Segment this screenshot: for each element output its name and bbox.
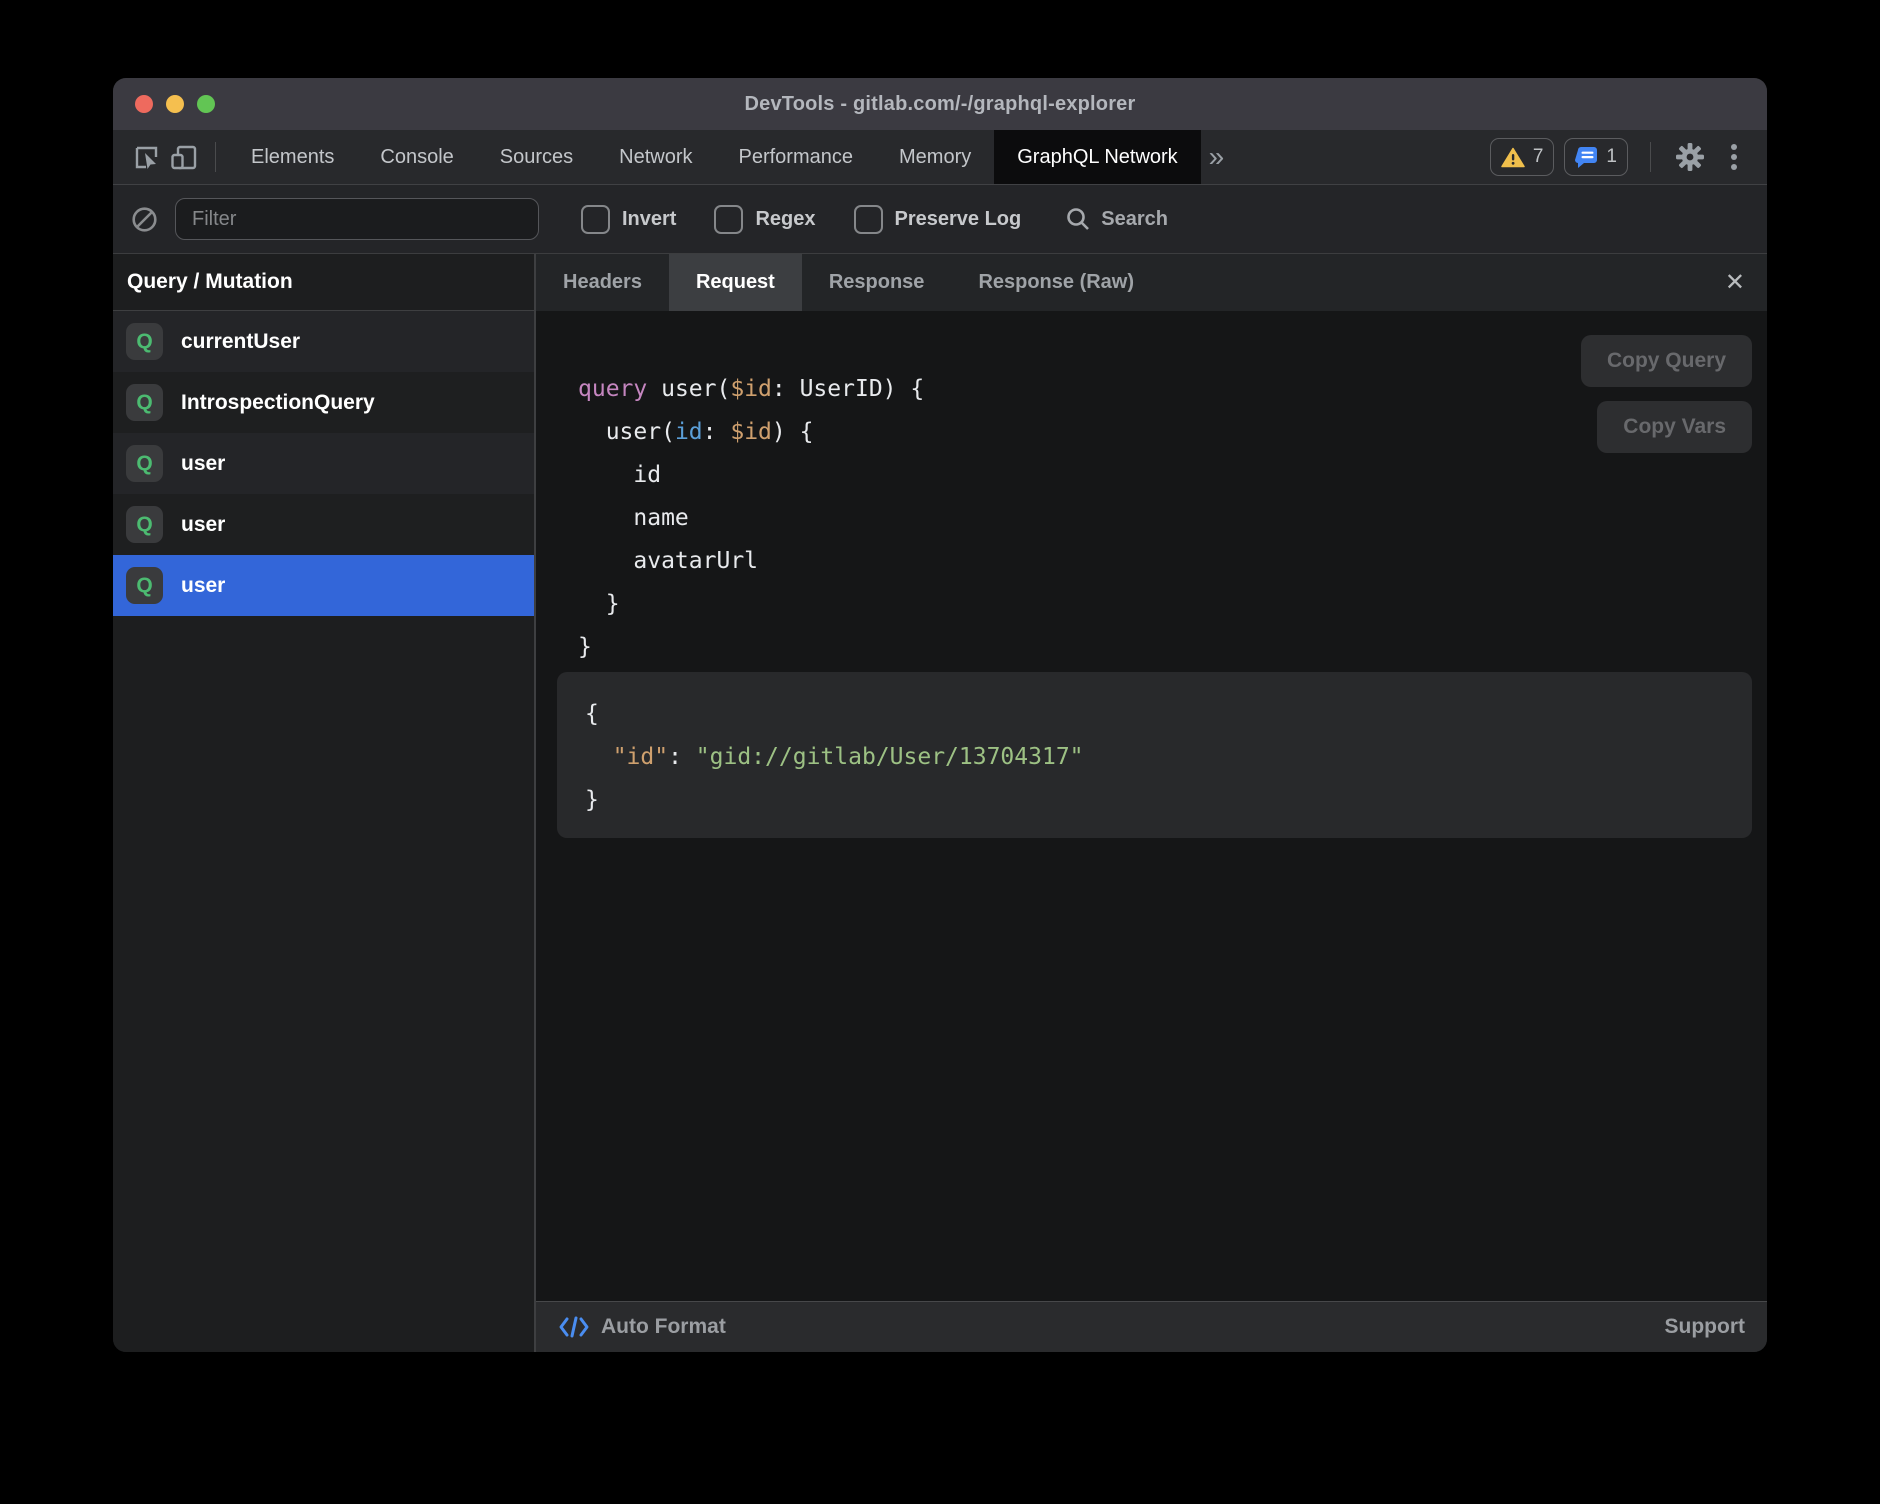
detail-footer: Auto Format Support <box>536 1301 1767 1352</box>
checkbox-label: Invert <box>622 208 676 231</box>
detail-tab-response[interactable]: Response <box>802 254 952 311</box>
devtools-tab-performance[interactable]: Performance <box>716 130 877 184</box>
code-line: avatarUrl <box>578 540 1767 583</box>
more-tabs-chevron[interactable]: » <box>1209 143 1225 171</box>
window-title: DevTools - gitlab.com/-/graphql-explorer <box>113 93 1767 116</box>
regex-checkbox[interactable]: Regex <box>714 205 815 234</box>
query-list-item[interactable]: QcurrentUser <box>113 311 534 372</box>
toolbar-divider <box>1650 142 1651 172</box>
query-name: user <box>181 574 225 598</box>
devtools-tab-memory[interactable]: Memory <box>876 130 994 184</box>
checkbox-label: Preserve Log <box>895 208 1022 231</box>
detail-tab-response-raw[interactable]: Response (Raw) <box>951 254 1161 311</box>
code-line: } <box>578 583 1767 626</box>
graphql-query-code: query user($id: UserID) { user(id: $id) … <box>578 368 1767 669</box>
checkbox-box[interactable] <box>854 205 883 234</box>
chat-bubble-icon <box>1575 147 1598 168</box>
search-icon <box>1065 206 1091 232</box>
query-type-badge: Q <box>126 384 163 421</box>
query-name: user <box>181 452 225 476</box>
detail-tab-headers[interactable]: Headers <box>536 254 669 311</box>
settings-gear-icon[interactable] <box>1673 140 1707 174</box>
query-variables-box: { "id": "gid://gitlab/User/13704317"} <box>557 672 1752 838</box>
search-label: Search <box>1101 208 1168 231</box>
warning-count: 7 <box>1533 146 1544 168</box>
search-toggle[interactable]: Search <box>1065 206 1168 232</box>
code-line: name <box>578 497 1767 540</box>
code-line: } <box>585 779 1752 822</box>
query-name: user <box>181 513 225 537</box>
copy-vars-button[interactable]: Copy Vars <box>1597 401 1752 453</box>
message-count: 1 <box>1606 146 1617 168</box>
copy-query-button[interactable]: Copy Query <box>1581 335 1752 387</box>
preserve-log-checkbox[interactable]: Preserve Log <box>854 205 1022 234</box>
checkbox-label: Regex <box>755 208 815 231</box>
devtools-tab-strip: ElementsConsoleSourcesNetworkPerformance… <box>228 130 1201 184</box>
issues-warning-badge[interactable]: 7 <box>1490 138 1555 176</box>
checkbox-box[interactable] <box>714 205 743 234</box>
devtools-tab-graphql-network[interactable]: GraphQL Network <box>994 130 1200 184</box>
query-type-badge: Q <box>126 445 163 482</box>
query-list-item[interactable]: Quser <box>113 555 534 616</box>
checkbox-box[interactable] <box>581 205 610 234</box>
devtools-window: DevTools - gitlab.com/-/graphql-explorer… <box>113 78 1767 1352</box>
close-window-button[interactable] <box>135 95 153 113</box>
query-list-item[interactable]: Q IntrospectionQuery <box>113 372 534 433</box>
query-list-item[interactable]: Quser <box>113 433 534 494</box>
query-type-badge: Q <box>126 506 163 543</box>
kebab-menu-icon[interactable] <box>1717 140 1751 174</box>
code-line: "id": "gid://gitlab/User/13704317" <box>585 736 1752 779</box>
filter-checkboxes: Invert Regex Preserve Log <box>581 205 1021 234</box>
invert-checkbox[interactable]: Invert <box>581 205 676 234</box>
devtools-tab-elements[interactable]: Elements <box>228 130 357 184</box>
issues-message-badge[interactable]: 1 <box>1564 138 1628 176</box>
query-list: QcurrentUserQIntrospectionQueryQuserQuse… <box>113 311 534 616</box>
toolbar-right-controls: 7 1 <box>1490 138 1751 176</box>
code-line: id <box>578 454 1767 497</box>
detail-tab-request[interactable]: Request <box>669 254 802 311</box>
devtools-tab-network[interactable]: Network <box>596 130 715 184</box>
devtools-tab-sources[interactable]: Sources <box>477 130 596 184</box>
query-type-badge: Q <box>126 323 163 360</box>
support-link[interactable]: Support <box>1665 1315 1745 1339</box>
query-name: IntrospectionQuery <box>181 391 375 415</box>
code-line: { <box>585 693 1752 736</box>
filter-input[interactable] <box>175 198 539 240</box>
code-line: user(id: $id) { <box>578 411 1767 454</box>
query-list-panel: Query / Mutation QcurrentUserQIntrospect… <box>113 254 536 1352</box>
inspect-element-icon[interactable] <box>127 138 165 176</box>
close-detail-icon[interactable]: ✕ <box>1725 271 1745 295</box>
filter-bar: Invert Regex Preserve Log Search <box>113 185 1767 254</box>
traffic-lights <box>135 78 215 130</box>
query-name: currentUser <box>181 330 300 354</box>
title-bar: DevTools - gitlab.com/-/graphql-explorer <box>113 78 1767 130</box>
query-list-item[interactable]: Quser <box>113 494 534 555</box>
request-detail-panel: HeadersRequestResponseResponse (Raw) ✕ q… <box>536 254 1767 1352</box>
main-split: Query / Mutation QcurrentUserQIntrospect… <box>113 254 1767 1352</box>
auto-format-label: Auto Format <box>601 1315 726 1339</box>
auto-format-button[interactable]: Auto Format <box>558 1315 726 1339</box>
devtools-tab-console[interactable]: Console <box>357 130 476 184</box>
detail-tab-strip: HeadersRequestResponseResponse (Raw) ✕ <box>536 254 1767 311</box>
devtools-toolbar: ElementsConsoleSourcesNetworkPerformance… <box>113 130 1767 185</box>
toolbar-divider <box>215 142 216 172</box>
zoom-window-button[interactable] <box>197 95 215 113</box>
query-variables-code: { "id": "gid://gitlab/User/13704317"} <box>585 693 1752 822</box>
clear-block-icon[interactable] <box>127 202 161 236</box>
minimize-window-button[interactable] <box>166 95 184 113</box>
query-type-badge: Q <box>126 567 163 604</box>
request-tab-content: query user($id: UserID) { user(id: $id) … <box>536 311 1767 1301</box>
code-line: } <box>578 626 1767 669</box>
device-toolbar-icon[interactable] <box>165 138 203 176</box>
warning-icon <box>1501 147 1525 168</box>
code-brackets-icon <box>558 1315 590 1339</box>
query-list-header: Query / Mutation <box>113 254 534 311</box>
